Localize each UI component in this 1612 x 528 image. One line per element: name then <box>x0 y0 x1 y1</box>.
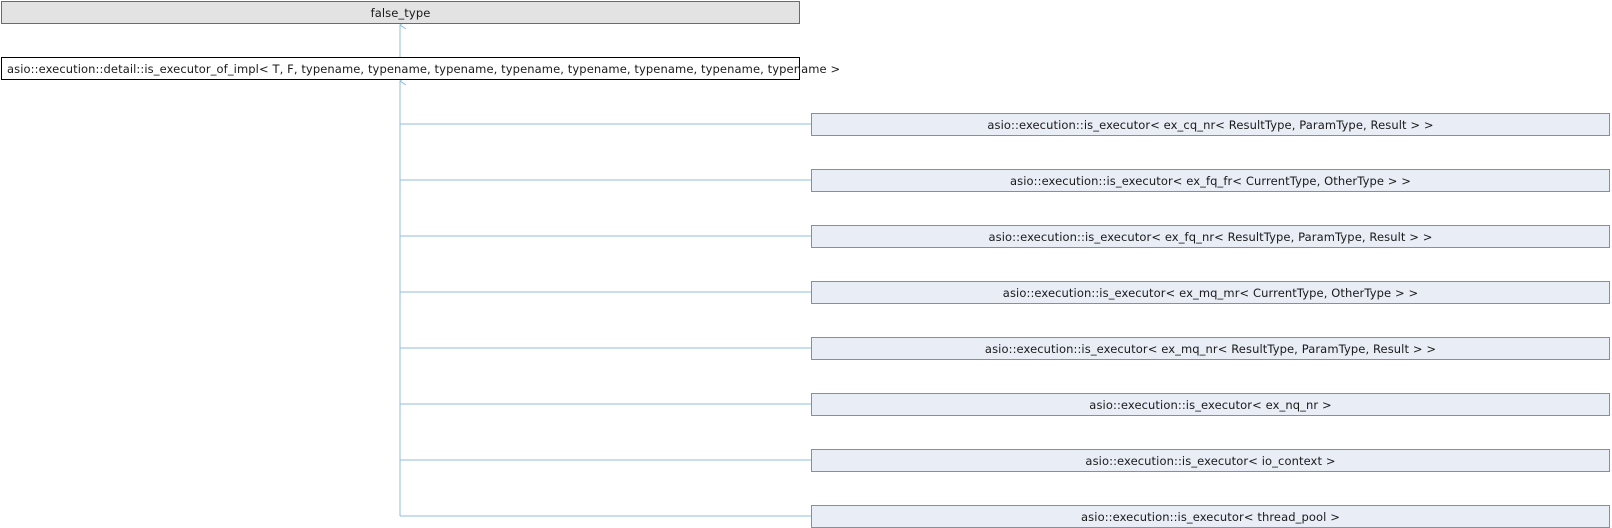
derived-class-ex-fq-nr[interactable]: asio::execution::is_executor< ex_fq_nr< … <box>811 225 1610 248</box>
inheritance-diagram: false_type asio::execution::detail::is_e… <box>0 0 1612 528</box>
derived-class-ex-fq-fr[interactable]: asio::execution::is_executor< ex_fq_fr< … <box>811 169 1610 192</box>
derived-class-ex-cq-nr[interactable]: asio::execution::is_executor< ex_cq_nr< … <box>811 113 1610 136</box>
derived-class-ex-nq-nr[interactable]: asio::execution::is_executor< ex_nq_nr > <box>811 393 1610 416</box>
derived-class-thread-pool[interactable]: asio::execution::is_executor< thread_poo… <box>811 505 1610 528</box>
derived-class-ex-mq-mr[interactable]: asio::execution::is_executor< ex_mq_mr< … <box>811 281 1610 304</box>
base-class-false-type: false_type <box>1 1 800 24</box>
current-class-node: asio::execution::detail::is_executor_of_… <box>1 57 840 80</box>
derived-class-ex-mq-nr[interactable]: asio::execution::is_executor< ex_mq_nr< … <box>811 337 1610 360</box>
derived-class-io-context[interactable]: asio::execution::is_executor< io_context… <box>811 449 1610 472</box>
